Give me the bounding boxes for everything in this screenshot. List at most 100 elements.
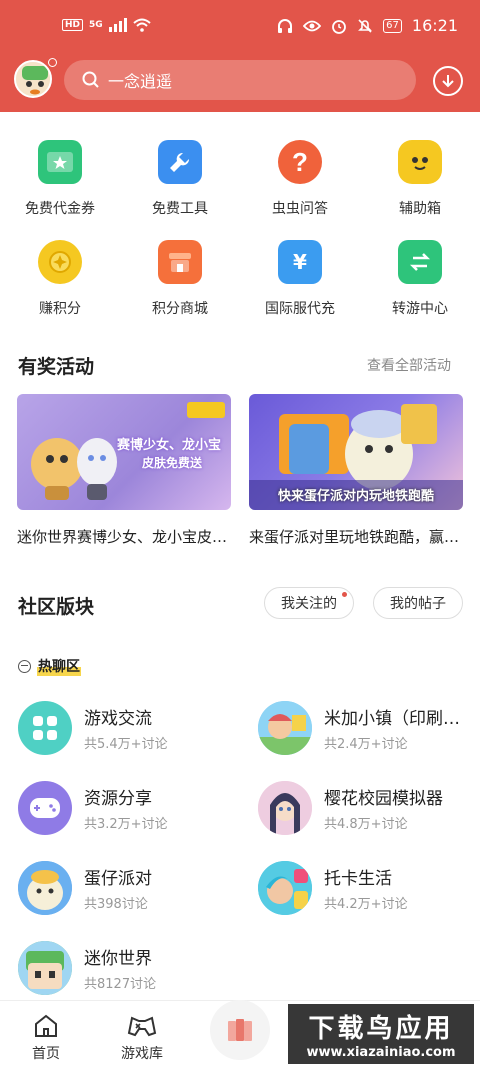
watermark-url: www.xiazainiao.com — [306, 1045, 456, 1060]
forum-item[interactable]: 樱花校园模拟器 共4.8万+讨论 — [258, 781, 464, 835]
notification-dot — [48, 58, 57, 67]
shortcut-label: 免费工具 — [152, 201, 208, 217]
forum-count: 共5.4万+讨论 — [84, 737, 168, 752]
signal-icon — [108, 18, 127, 32]
toolbox-icon — [158, 140, 202, 184]
nav-library[interactable]: 游戏库 — [121, 1013, 163, 1063]
shortcut-label: 转游中心 — [392, 301, 448, 317]
forum-name: 蛋仔派对 — [84, 869, 152, 889]
game-thumbnail — [258, 861, 312, 915]
activities-title: 有奖活动 — [18, 356, 95, 378]
shortcut-transfer-center[interactable]: 转游中心 — [360, 232, 480, 332]
wifi-icon — [133, 18, 151, 32]
watermark-title: 下载鸟应用 — [308, 1014, 454, 1044]
activity-caption[interactable]: 来蛋仔派对里玩地铁跑酷，赢好礼 — [249, 526, 463, 547]
view-all-activities-link[interactable]: 查看全部活动 — [367, 355, 451, 375]
hot-chat-header[interactable]: 热聊区 — [18, 656, 81, 676]
home-icon — [35, 1014, 57, 1037]
gamepad-icon — [127, 1016, 157, 1037]
following-button[interactable]: 我关注的 — [264, 587, 354, 619]
grid-icon — [18, 701, 72, 755]
headphones-icon — [278, 18, 293, 33]
game-thumbnail — [18, 941, 72, 995]
search-placeholder: 一念逍遥 — [108, 72, 173, 91]
forum-name: 游戏交流 — [84, 709, 152, 729]
forum-item[interactable]: 蛋仔派对 共398讨论 — [18, 861, 224, 915]
shortcut-label: 国际服代充 — [265, 301, 335, 317]
nav-library-label: 游戏库 — [121, 1046, 163, 1062]
hd-badge: HD — [62, 19, 84, 31]
shortcut-intl-recharge[interactable]: ¥ 国际服代充 — [240, 232, 360, 332]
forum-count: 共4.2万+讨论 — [324, 897, 408, 912]
forum-count: 共8127讨论 — [84, 977, 157, 992]
shortcut-grid: 免费代金券 免费工具 ? 虫虫问答 辅助箱 赚积分 积分商城 ¥ 国际服代充 转… — [0, 132, 480, 332]
banner-headline: 赛博少女、龙小宝 — [116, 438, 221, 453]
forum-item[interactable]: 迷你世界 共8127讨论 — [18, 941, 224, 995]
status-bar: HD 5G 67 16:21 — [0, 14, 480, 44]
shortcut-label: 免费代金券 — [25, 201, 95, 217]
forum-name: 樱花校园模拟器 — [324, 789, 443, 809]
banner-headline: 快来蛋仔派对内玩地铁跑酷 — [277, 489, 434, 504]
download-button[interactable] — [433, 66, 463, 96]
nav-home[interactable]: 首页 — [32, 1013, 60, 1063]
game-thumbnail — [18, 861, 72, 915]
cards-icon — [228, 1019, 252, 1041]
center-action-button[interactable] — [210, 1000, 270, 1060]
activity-banner-mini-world[interactable]: 赛博少女、龙小宝 皮肤免费送 — [17, 394, 231, 510]
forum-count: 共3.2万+讨论 — [84, 817, 168, 832]
download-icon — [442, 75, 454, 88]
coupon-icon — [38, 140, 82, 184]
game-thumbnail — [258, 701, 312, 755]
shortcut-label: 虫虫问答 — [272, 201, 328, 217]
nav-home-label: 首页 — [32, 1046, 60, 1062]
forum-count: 共4.8万+讨论 — [324, 817, 408, 832]
shortcut-helper[interactable]: 辅助箱 — [360, 132, 480, 232]
community-title: 社区版块 — [18, 596, 95, 618]
forum-count: 共398讨论 — [84, 897, 148, 912]
forum-item[interactable]: 资源分享 共3.2万+讨论 — [18, 781, 224, 835]
shortcut-earn-points[interactable]: 赚积分 — [0, 232, 120, 332]
hot-chat-label: 热聊区 — [37, 656, 81, 676]
search-icon — [82, 71, 99, 88]
eye-icon — [303, 20, 322, 31]
question-icon: ? — [278, 140, 322, 184]
search-bar[interactable]: 一念逍遥 — [64, 60, 416, 100]
collapse-icon[interactable] — [18, 659, 31, 673]
activity-caption[interactable]: 迷你世界赛博少女、龙小宝皮肤免费送 — [17, 526, 231, 547]
shortcut-label: 赚积分 — [39, 301, 81, 317]
forum-name: 资源分享 — [84, 789, 152, 809]
swap-icon — [398, 240, 442, 284]
forum-name: 米加小镇（印刷版） — [324, 709, 464, 729]
shortcut-qa[interactable]: ? 虫虫问答 — [240, 132, 360, 232]
avatar[interactable] — [14, 60, 52, 98]
forum-item[interactable]: 米加小镇（印刷版） 共2.4万+讨论 — [258, 701, 464, 755]
following-label: 我关注的 — [281, 596, 337, 612]
shop-icon — [158, 240, 202, 284]
wallet-icon: ¥ — [278, 240, 322, 284]
forum-item[interactable]: 游戏交流 共5.4万+讨论 — [18, 701, 224, 755]
gamepad-icon — [18, 781, 72, 835]
shortcut-tools[interactable]: 免费工具 — [120, 132, 240, 232]
forum-name: 迷你世界 — [84, 949, 152, 969]
mute-icon — [358, 18, 373, 33]
forum-item[interactable]: 托卡生活 共4.2万+讨论 — [258, 861, 464, 915]
network-label: 5G — [89, 20, 103, 30]
alarm-icon — [332, 19, 347, 34]
coin-icon — [38, 240, 82, 284]
shortcut-label: 辅助箱 — [399, 201, 441, 217]
header: HD 5G 67 16:21 一念逍遥 — [0, 0, 480, 112]
watermark-logo: 下载鸟应用 www.xiazainiao.com — [288, 1004, 474, 1064]
banner-subline: 皮肤免费送 — [141, 456, 202, 470]
shortcut-points-shop[interactable]: 积分商城 — [120, 232, 240, 332]
game-thumbnail — [258, 781, 312, 835]
activity-banner-eggy-party[interactable]: 快来蛋仔派对内玩地铁跑酷 — [249, 394, 463, 510]
robot-icon — [398, 140, 442, 184]
status-time: 16:21 — [411, 16, 458, 35]
my-posts-button[interactable]: 我的帖子 — [373, 587, 463, 619]
forum-count: 共2.4万+讨论 — [324, 737, 408, 752]
shortcut-coupon[interactable]: 免费代金券 — [0, 132, 120, 232]
following-notification-dot — [342, 592, 347, 597]
forum-name: 托卡生活 — [324, 869, 392, 889]
battery-indicator: 67 — [383, 18, 402, 33]
shortcut-label: 积分商城 — [152, 301, 208, 317]
